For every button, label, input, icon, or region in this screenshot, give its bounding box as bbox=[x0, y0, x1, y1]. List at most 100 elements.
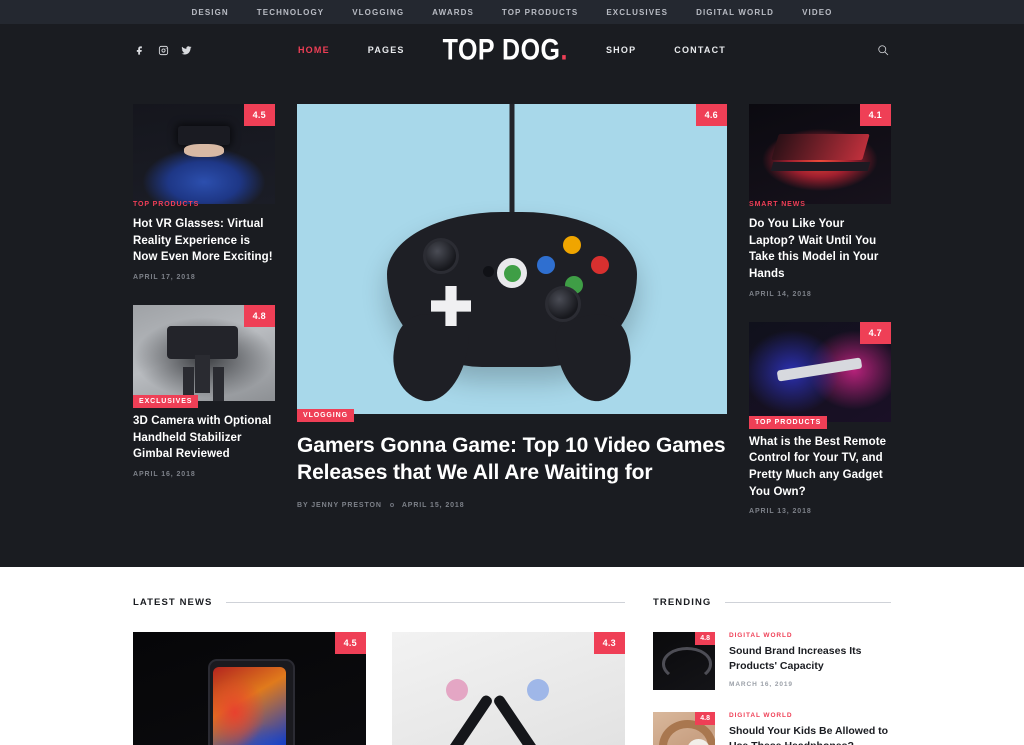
article-title[interactable]: Do You Like Your Laptop? Wait Until You … bbox=[749, 216, 891, 283]
nav-group-left: HOME PAGES bbox=[298, 45, 405, 55]
guide-button-icon bbox=[497, 258, 527, 288]
article-thumbnail[interactable]: 4.5 bbox=[133, 104, 275, 204]
topbar-item-video[interactable]: VIDEO bbox=[802, 8, 832, 17]
rating-badge: 4.5 bbox=[334, 632, 366, 655]
trending-column: TRENDING 4.8 DIGITAL WORLD Sound Brand I… bbox=[653, 597, 891, 745]
controller-cable bbox=[509, 104, 515, 216]
rating-badge: 4.3 bbox=[593, 632, 625, 655]
latest-news-column: LATEST NEWS 4.5 4.3 bbox=[133, 597, 625, 745]
featured-main-column: 4.6 VLOGGING Gamers Gonna Game: Top 10 V… bbox=[297, 104, 727, 515]
category-label[interactable]: EXCLUSIVES bbox=[133, 395, 199, 409]
facebook-icon[interactable] bbox=[133, 43, 147, 57]
article-thumbnail[interactable]: 4.8 bbox=[133, 305, 275, 402]
category-row: SMART NEWS bbox=[749, 193, 891, 211]
dpad-icon bbox=[431, 286, 471, 326]
category-label[interactable]: TOP PRODUCTS bbox=[133, 198, 199, 211]
category-label[interactable]: VLOGGING bbox=[297, 409, 354, 422]
topbar-item-digital-world[interactable]: DIGITAL WORLD bbox=[696, 8, 774, 17]
nav-item-home[interactable]: HOME bbox=[298, 45, 330, 55]
logo-dot: . bbox=[560, 32, 568, 66]
mic-head-pink bbox=[445, 679, 468, 702]
trending-item-body: DIGITAL WORLD Should Your Kids Be Allowe… bbox=[729, 712, 891, 745]
nav-group-right: SHOP CONTACT bbox=[606, 45, 726, 55]
controller-body bbox=[387, 212, 637, 367]
topbar-item-top-products[interactable]: TOP PRODUCTS bbox=[502, 8, 578, 17]
trending-item-body: DIGITAL WORLD Sound Brand Increases Its … bbox=[729, 632, 891, 690]
trending-item-kids-headphones[interactable]: 4.8 DIGITAL WORLD Should Your Kids Be Al… bbox=[653, 712, 891, 745]
section-divider bbox=[226, 602, 625, 604]
site-logo[interactable]: TOP DOG. bbox=[443, 33, 568, 67]
twitter-icon[interactable] bbox=[179, 43, 193, 57]
hero-thumbnail[interactable]: 4.6 bbox=[297, 104, 727, 414]
article-card-hero-gamers[interactable]: 4.6 VLOGGING Gamers Gonna Game: Top 10 V… bbox=[297, 104, 727, 509]
latest-card-phone[interactable]: 4.5 bbox=[133, 632, 366, 745]
article-thumbnail[interactable]: 4.5 bbox=[133, 632, 366, 745]
article-title[interactable]: What is the Best Remote Control for Your… bbox=[749, 434, 891, 501]
bottom-content-section: LATEST NEWS 4.5 4.3 TRENDING 4.8 DIGITAL… bbox=[0, 567, 1024, 745]
section-title: LATEST NEWS bbox=[133, 597, 213, 609]
game-controller-image bbox=[297, 104, 727, 414]
rating-badge: 4.8 bbox=[695, 712, 715, 726]
article-thumbnail[interactable]: 4.1 bbox=[749, 104, 891, 204]
article-title[interactable]: 3D Camera with Optional Handheld Stabili… bbox=[133, 413, 275, 463]
article-card-remote-control[interactable]: 4.7 TOP PRODUCTS What is the Best Remote… bbox=[749, 321, 891, 516]
mic-body-right bbox=[492, 693, 546, 745]
article-thumbnail[interactable]: 4.8 bbox=[653, 632, 715, 691]
topbar-item-design[interactable]: DESIGN bbox=[192, 8, 229, 17]
rating-badge: 4.7 bbox=[859, 321, 891, 344]
category-label[interactable]: TOP PRODUCTS bbox=[749, 415, 828, 429]
search-icon[interactable] bbox=[875, 42, 891, 58]
top-category-menu: DESIGN TECHNOLOGY VLOGGING AWARDS TOP PR… bbox=[192, 8, 833, 17]
latest-news-grid: 4.5 4.3 bbox=[133, 632, 625, 745]
article-thumbnail[interactable]: 4.3 bbox=[392, 632, 625, 745]
article-title[interactable]: Sound Brand Increases Its Products' Capa… bbox=[729, 644, 891, 674]
rating-badge: 4.8 bbox=[695, 632, 715, 646]
rating-badge: 4.8 bbox=[243, 305, 275, 328]
topbar-item-awards[interactable]: AWARDS bbox=[432, 8, 474, 17]
trending-heading: TRENDING bbox=[653, 597, 891, 608]
nav-item-shop[interactable]: SHOP bbox=[606, 45, 636, 55]
article-date: APRIL 16, 2018 bbox=[133, 471, 196, 479]
article-author[interactable]: BY JENNY PRESTON bbox=[297, 502, 382, 509]
article-thumbnail[interactable]: 4.8 bbox=[653, 712, 715, 745]
nav-item-contact[interactable]: CONTACT bbox=[674, 45, 726, 55]
category-label[interactable]: DIGITAL WORLD bbox=[729, 712, 891, 719]
article-title[interactable]: Hot VR Glasses: Virtual Reality Experien… bbox=[133, 216, 275, 266]
article-card-vr-glasses[interactable]: 4.5 TOP PRODUCTS Hot VR Glasses: Virtual… bbox=[133, 104, 275, 281]
article-date: APRIL 14, 2018 bbox=[749, 290, 812, 298]
article-thumbnail[interactable]: 4.7 bbox=[749, 321, 891, 422]
b-button-icon bbox=[591, 256, 609, 274]
smartphone-image bbox=[133, 632, 366, 745]
section-divider bbox=[725, 602, 891, 604]
logo-text: TOP DOG bbox=[442, 32, 561, 66]
topbar-item-technology[interactable]: TECHNOLOGY bbox=[257, 8, 324, 17]
hero-article-title[interactable]: Gamers Gonna Game: Top 10 Video Games Re… bbox=[297, 433, 727, 487]
article-title[interactable]: Should Your Kids Be Allowed to Use These… bbox=[729, 724, 891, 745]
rating-badge: 4.1 bbox=[859, 104, 891, 126]
social-links bbox=[133, 43, 193, 57]
article-card-3d-camera[interactable]: 4.8 EXCLUSIVES 3D Camera with Optional H… bbox=[133, 305, 275, 478]
latest-card-microphones[interactable]: 4.3 bbox=[392, 632, 625, 745]
article-date: APRIL 13, 2018 bbox=[749, 508, 812, 516]
meta-separator-icon bbox=[389, 503, 394, 508]
mic-head-blue bbox=[527, 679, 550, 702]
category-label[interactable]: DIGITAL WORLD bbox=[729, 632, 891, 639]
topbar-item-exclusives[interactable]: EXCLUSIVES bbox=[606, 8, 668, 17]
mic-body-left bbox=[441, 693, 494, 745]
hero-article-meta: BY JENNY PRESTON APRIL 15, 2018 bbox=[297, 502, 727, 509]
featured-articles-section: 4.5 TOP PRODUCTS Hot VR Glasses: Virtual… bbox=[0, 76, 1024, 568]
nav-item-pages[interactable]: PAGES bbox=[368, 45, 405, 55]
instagram-icon[interactable] bbox=[156, 43, 170, 57]
rating-badge: 4.5 bbox=[243, 104, 275, 126]
article-date: APRIL 15, 2018 bbox=[401, 501, 465, 509]
trending-item-sound-brand[interactable]: 4.8 DIGITAL WORLD Sound Brand Increases … bbox=[653, 632, 891, 691]
back-button-icon bbox=[483, 266, 494, 277]
featured-left-column: 4.5 TOP PRODUCTS Hot VR Glasses: Virtual… bbox=[133, 104, 275, 515]
y-button-icon bbox=[563, 236, 581, 254]
category-label[interactable]: SMART NEWS bbox=[749, 198, 806, 211]
article-card-laptop[interactable]: 4.1 SMART NEWS Do You Like Your Laptop? … bbox=[749, 104, 891, 298]
topbar-item-vlogging[interactable]: VLOGGING bbox=[352, 8, 404, 17]
article-date: APRIL 17, 2018 bbox=[133, 274, 196, 282]
category-row: TOP PRODUCTS bbox=[133, 193, 275, 211]
category-row: TOP PRODUCTS bbox=[749, 411, 891, 429]
